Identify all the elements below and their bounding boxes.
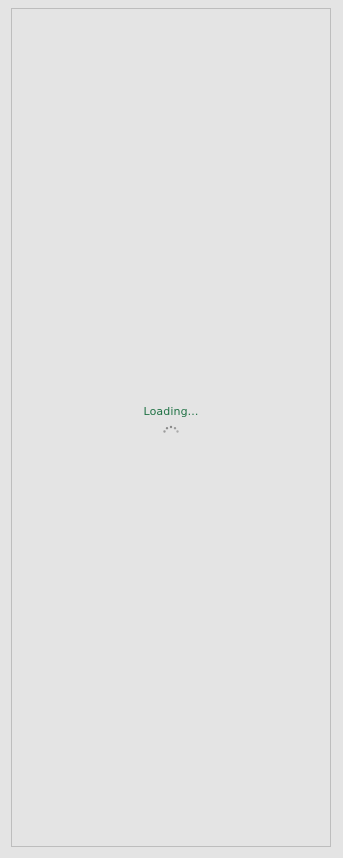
- loading-text: Loading...: [143, 405, 199, 418]
- task-pane: Loading...: [11, 8, 331, 847]
- loading-indicator: Loading...: [12, 405, 330, 434]
- loading-spinner-icon: [163, 425, 179, 433]
